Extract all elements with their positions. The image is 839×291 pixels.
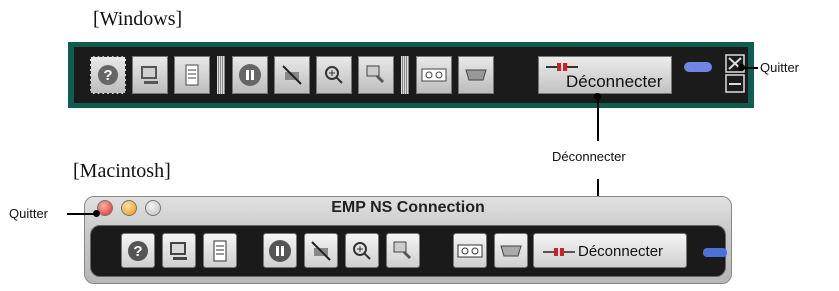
serial-button[interactable] <box>458 56 494 94</box>
serial-button[interactable] <box>494 233 528 268</box>
display-button[interactable] <box>132 56 168 94</box>
zoom-button[interactable] <box>316 56 352 94</box>
windows-section-label: [Windows] <box>93 8 183 30</box>
list-button[interactable] <box>174 56 210 94</box>
tape-icon <box>421 68 447 82</box>
toolbar-separator <box>217 56 225 94</box>
help-button[interactable]: ? <box>121 233 155 268</box>
disconnect-button[interactable]: Déconnecter <box>538 56 672 94</box>
quit-leader-dot <box>738 64 745 71</box>
disconnect-label: Déconnecter <box>566 72 663 91</box>
display-button[interactable] <box>162 233 196 268</box>
zoom-icon <box>353 241 371 260</box>
monitor-icon <box>141 66 158 84</box>
tools-icon <box>393 241 411 259</box>
quit-callout-mac: Quitter <box>9 206 49 221</box>
no-signal-button[interactable] <box>304 233 338 268</box>
list-button[interactable] <box>203 233 237 268</box>
quit-button[interactable] <box>725 54 745 94</box>
help-button[interactable]: ? <box>90 56 126 94</box>
zoom-icon <box>325 66 343 84</box>
disconnect-leader-line-top <box>597 97 599 141</box>
close-icon <box>725 54 745 93</box>
tape-icon <box>457 244 483 257</box>
help-icon: ? <box>98 65 118 85</box>
quit-leader-line-mac <box>67 213 95 215</box>
video-button[interactable] <box>453 233 487 268</box>
document-icon <box>213 240 227 261</box>
windows-toolbar-body: ? Déconnecter <box>74 47 748 103</box>
pause-icon <box>239 64 261 86</box>
disconnect-button[interactable]: Déconnecter <box>533 233 687 268</box>
tools-button[interactable] <box>386 233 420 268</box>
no-cable-icon <box>311 240 331 261</box>
monitor-icon <box>170 241 187 260</box>
disconnect-callout: Déconnecter <box>552 149 626 164</box>
windows-toolbar: ? Déconnecter <box>68 42 754 108</box>
status-led <box>703 248 727 257</box>
mac-window-title: EMP NS Connection <box>331 199 485 216</box>
tools-icon <box>366 65 384 83</box>
serial-icon <box>465 69 487 81</box>
video-button[interactable] <box>416 56 452 94</box>
tools-button[interactable] <box>358 56 394 94</box>
plug-icon <box>543 248 575 256</box>
pause-button[interactable] <box>263 233 297 268</box>
pause-button[interactable] <box>232 56 268 94</box>
mac-toolbar: ? Déconnecter <box>90 225 727 277</box>
serial-icon <box>500 245 522 256</box>
pause-icon <box>269 239 291 262</box>
quit-leader-dot-mac <box>93 210 100 217</box>
disconnect-label: Déconnecter <box>578 243 664 260</box>
quit-callout-windows: Quitter <box>760 60 800 75</box>
zoom-button[interactable] <box>345 233 379 268</box>
mac-section-label: [Macintosh] <box>73 160 171 182</box>
document-icon <box>185 64 199 86</box>
svg-text:?: ? <box>133 243 142 260</box>
help-icon: ? <box>128 240 148 261</box>
no-signal-button[interactable] <box>274 56 310 94</box>
status-led <box>684 62 712 72</box>
no-cable-icon <box>282 65 302 85</box>
svg-text:?: ? <box>103 67 112 84</box>
toolbar-separator <box>401 56 409 94</box>
mac-window: EMP NS Connection ? Déconnecter <box>84 196 732 284</box>
